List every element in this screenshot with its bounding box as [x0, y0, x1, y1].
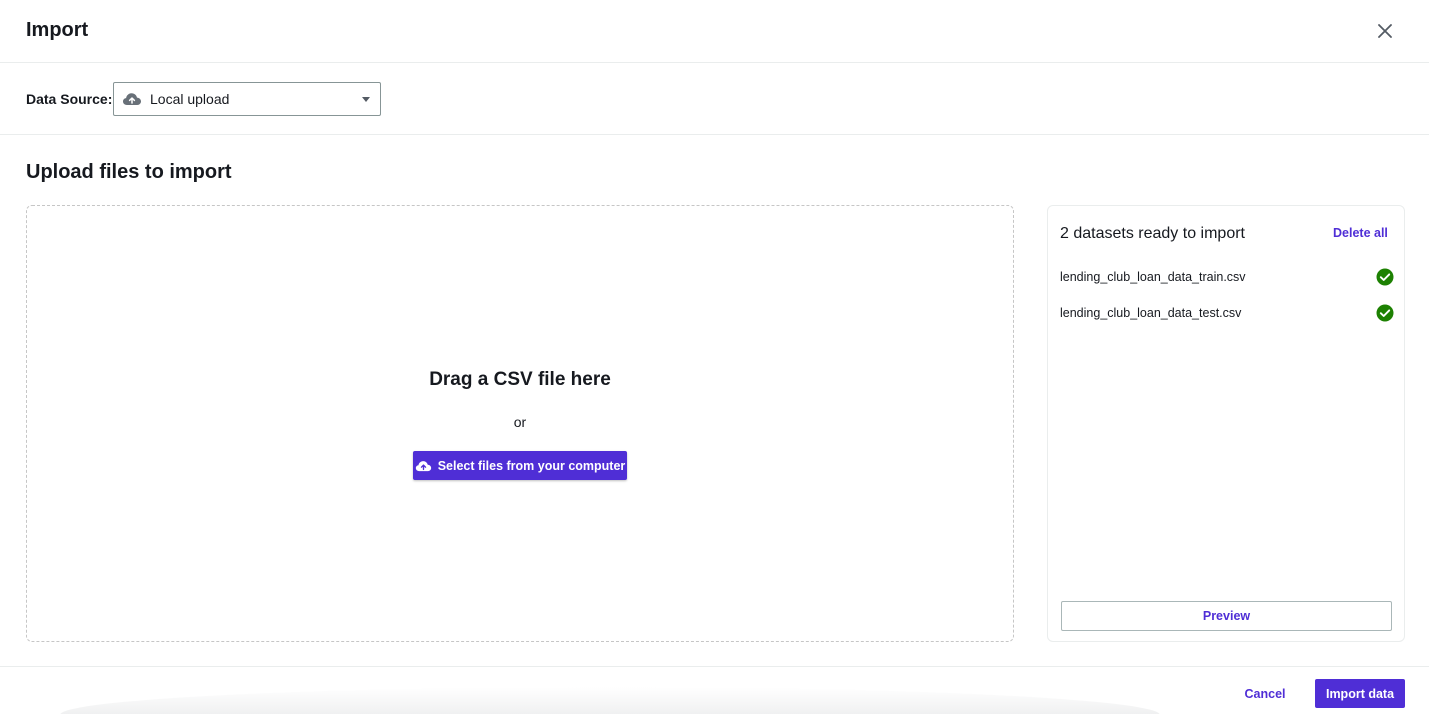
data-source-row: Data Source: Local upload [0, 63, 1429, 135]
upload-section-title: Upload files to import [26, 161, 232, 183]
dropzone-or-text: or [513, 414, 527, 430]
import-data-button[interactable]: Import data [1315, 679, 1405, 708]
close-button[interactable] [1373, 19, 1397, 43]
preview-button-label: Preview [1202, 609, 1251, 623]
data-source-label: Data Source: [26, 91, 113, 107]
dropzone-title: Drag a CSV file here [429, 369, 611, 390]
import-dialog: Import Data Source: Local upload Upload … [0, 0, 1429, 714]
dataset-file-name: lending_club_loan_data_train.csv [1060, 270, 1246, 284]
close-icon [1378, 24, 1392, 38]
select-files-button[interactable]: Select files from your computer [413, 451, 627, 480]
cancel-button-label: Cancel [1244, 687, 1286, 701]
delete-all-link[interactable]: Delete all [1333, 226, 1388, 240]
select-files-label: Select files from your computer [437, 458, 626, 473]
data-source-value: Local upload [150, 91, 230, 107]
footer-shadow [60, 687, 1160, 714]
preview-button[interactable]: Preview [1061, 601, 1392, 631]
data-source-select[interactable]: Local upload [113, 82, 381, 116]
import-data-button-label: Import data [1325, 686, 1395, 701]
caret-down-icon [362, 97, 370, 102]
dialog-footer: Cancel Import data [0, 666, 1429, 714]
dialog-header: Import [0, 0, 1429, 63]
cloud-upload-icon [415, 460, 432, 472]
cancel-button[interactable]: Cancel [1236, 684, 1294, 704]
dataset-file-name: lending_club_loan_data_test.csv [1060, 306, 1242, 320]
dataset-list-item: lending_club_loan_data_test.csv [1060, 302, 1394, 324]
cloud-upload-icon [122, 92, 142, 106]
check-circle-icon [1376, 304, 1394, 322]
datasets-panel-title: 2 datasets ready to import [1060, 225, 1245, 242]
file-dropzone[interactable]: Drag a CSV file here or Select files fro… [26, 205, 1014, 642]
dataset-list-item: lending_club_loan_data_train.csv [1060, 266, 1394, 288]
datasets-panel: 2 datasets ready to import Delete all le… [1047, 205, 1405, 642]
check-circle-icon [1376, 268, 1394, 286]
dialog-title: Import [26, 19, 89, 41]
